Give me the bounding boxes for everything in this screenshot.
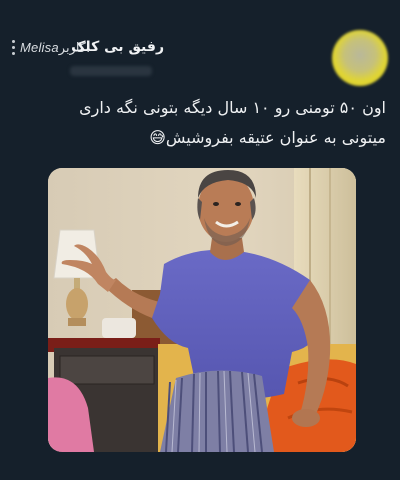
- tweet-text-line-2-body: میتونی به عنوان عتیقه بفروشیش: [165, 128, 386, 147]
- photo-man-in-pajamas-gesturing-icon: [48, 168, 356, 452]
- sweat-smile-emoji-icon: 😅: [149, 128, 166, 147]
- avatar[interactable]: [332, 30, 388, 86]
- more-options-icon[interactable]: [12, 40, 18, 60]
- caption-brand: Melisa: [20, 40, 59, 55]
- display-name[interactable]: رفیق بی کلک: [71, 39, 164, 55]
- tweet-header: Melisaکاربر: رفیق بی کلک: [8, 30, 392, 90]
- tweet-media-photo[interactable]: [48, 168, 356, 452]
- tweet-text: اون ۵۰ تومنی رو ۱۰ سال دیگه بتونی نگه دا…: [16, 93, 386, 153]
- tweet-card: Melisaکاربر: رفیق بی کلک اون ۵۰ تومنی رو…: [0, 0, 400, 480]
- tweet-text-line-2: میتونی به عنوان عتیقه بفروشیش😅: [16, 123, 386, 153]
- tweet-text-line-1: اون ۵۰ تومنی رو ۱۰ سال دیگه بتونی نگه دا…: [79, 98, 386, 117]
- blurred-handle: [70, 66, 152, 76]
